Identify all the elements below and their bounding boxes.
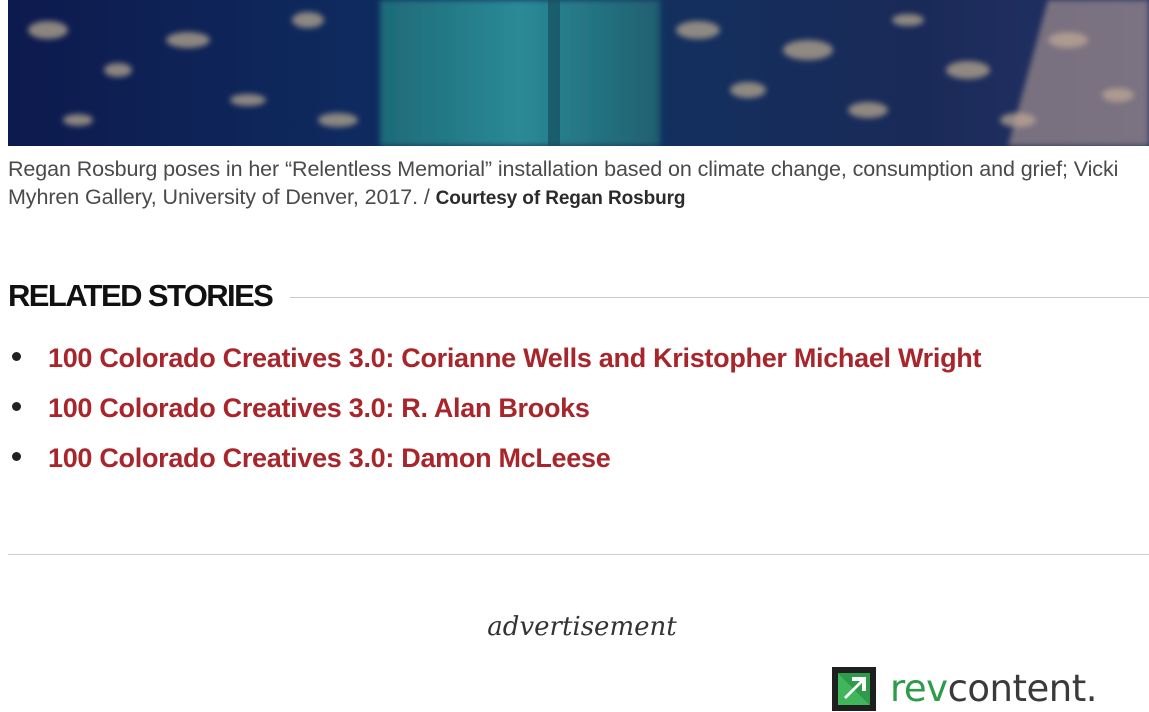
revcontent-arrow-icon [832,667,876,711]
caption-credit: Courtesy of Regan Rosburg [435,188,686,209]
advertisement-label: advertisement [487,612,677,642]
list-item: 100 Colorado Creatives 3.0: Damon McLees… [8,438,1108,478]
photo-caption: Regan Rosburg poses in her “Relentless M… [8,155,1149,213]
related-stories-header: RELATED STORIES [8,276,1149,316]
hero-photo [8,0,1149,146]
related-stories-title: RELATED STORIES [8,278,274,313]
revcontent-wordmark: revcontent. [890,669,1097,709]
header-divider [290,296,1149,298]
list-item: 100 Colorado Creatives 3.0: Corianne Wel… [8,338,1108,378]
bullet-icon [12,402,21,411]
revcontent-logo[interactable]: revcontent. [832,666,1097,712]
related-story-link[interactable]: 100 Colorado Creatives 3.0: Corianne Wel… [48,343,981,373]
revcontent-content: content. [947,667,1098,710]
related-story-link[interactable]: 100 Colorado Creatives 3.0: Damon McLees… [48,443,611,473]
related-story-link[interactable]: 100 Colorado Creatives 3.0: R. Alan Broo… [48,393,590,423]
list-item: 100 Colorado Creatives 3.0: R. Alan Broo… [8,388,1108,428]
section-divider [8,554,1149,555]
revcontent-rev: rev [890,667,948,710]
bullet-icon [12,352,21,361]
bullet-icon [12,452,21,461]
related-stories-list: 100 Colorado Creatives 3.0: Corianne Wel… [8,338,1108,488]
